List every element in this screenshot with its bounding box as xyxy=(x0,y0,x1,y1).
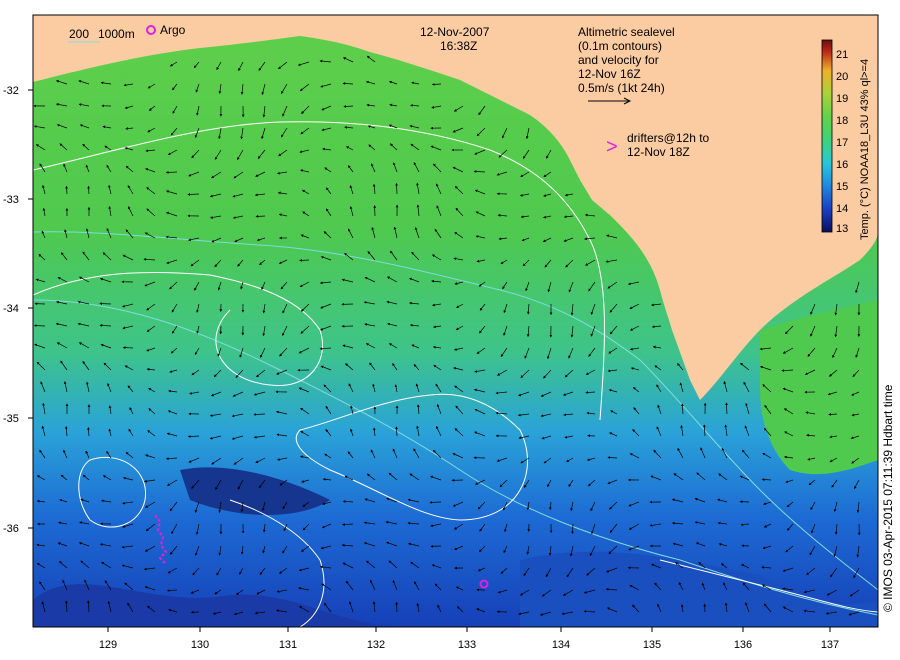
y-tick-label: -33 xyxy=(3,194,19,206)
sealevel-note-line: Altimetric sealevel xyxy=(578,25,675,39)
velocity-arrow xyxy=(429,501,442,504)
velocity-arrow xyxy=(122,346,134,350)
colorbar-tick: 19 xyxy=(836,93,848,105)
colorbar-tick: 16 xyxy=(836,159,848,171)
velocity-arrow xyxy=(33,324,46,327)
sealevel-note-line: and velocity for xyxy=(578,53,659,67)
drifter-note-line: drifters@12h to xyxy=(627,131,710,145)
colorbar-tick: 15 xyxy=(836,181,848,193)
x-tick-label: 137 xyxy=(821,639,839,651)
x-tick-label: 129 xyxy=(99,639,117,651)
velocity-arrow xyxy=(99,302,112,305)
y-tick-label: -36 xyxy=(3,523,19,535)
x-tick-label: 131 xyxy=(279,639,297,651)
y-tick-label: -35 xyxy=(3,413,19,425)
colorbar-tick: 20 xyxy=(836,71,848,83)
isobath-200-label: 200 xyxy=(69,27,89,41)
x-tick-label: 130 xyxy=(191,639,209,651)
colorbar-scale xyxy=(821,39,833,233)
drifter-arrow-icon: > xyxy=(606,136,618,158)
velocity-arrow xyxy=(87,185,91,195)
x-tick-label: 132 xyxy=(367,639,385,651)
x-axis: 129 130 131 132 133 134 135 136 137 xyxy=(99,627,839,651)
velocity-arrow xyxy=(255,214,266,218)
velocity-arrow xyxy=(187,193,200,196)
sealevel-note-line: 0.5m/s (1kt 24h) xyxy=(578,81,665,95)
title-date: 12-Nov-2007 xyxy=(420,25,490,39)
credit-text: © IMOS 03-Apr-2015 07:11:39 Hdbart time xyxy=(881,384,895,612)
velocity-arrow xyxy=(65,185,69,195)
x-tick-label: 136 xyxy=(734,639,752,651)
sealevel-note-line: 12-Nov 16Z xyxy=(578,67,641,81)
argo-label: Argo xyxy=(160,23,186,37)
sst-map: 129 130 131 132 133 134 135 136 137 -32 … xyxy=(3,14,895,651)
sealevel-note-line: (0.1m contours) xyxy=(578,39,662,53)
colorbar-tick: 21 xyxy=(836,49,848,61)
velocity-arrow xyxy=(431,82,442,86)
velocity-arrow xyxy=(395,601,399,613)
velocity-arrow xyxy=(395,182,398,195)
x-tick-label: 133 xyxy=(458,639,476,651)
y-axis: -32 -33 -34 -35 -36 xyxy=(3,85,33,535)
colorbar-tick: 17 xyxy=(836,137,848,149)
map-body xyxy=(33,15,878,627)
x-tick-label: 135 xyxy=(643,639,661,651)
drifter-note-line: 12-Nov 18Z xyxy=(627,145,690,159)
colorbar-tick: 13 xyxy=(836,223,848,235)
colorbar-label: Temp. (°C) NOAA18_L3U 43% ql>=4 xyxy=(859,59,871,240)
y-tick-label: -32 xyxy=(3,85,19,97)
x-tick-label: 134 xyxy=(552,639,570,651)
velocity-arrow xyxy=(299,258,310,262)
isobath-1000-label: 1000m xyxy=(98,27,135,41)
y-tick-label: -34 xyxy=(3,303,19,315)
gulf-water xyxy=(760,300,878,475)
colorbar-tick: 18 xyxy=(836,115,848,127)
velocity-arrow xyxy=(165,171,178,174)
colorbar-tick: 14 xyxy=(836,203,848,215)
title-time: 16:38Z xyxy=(440,39,477,53)
